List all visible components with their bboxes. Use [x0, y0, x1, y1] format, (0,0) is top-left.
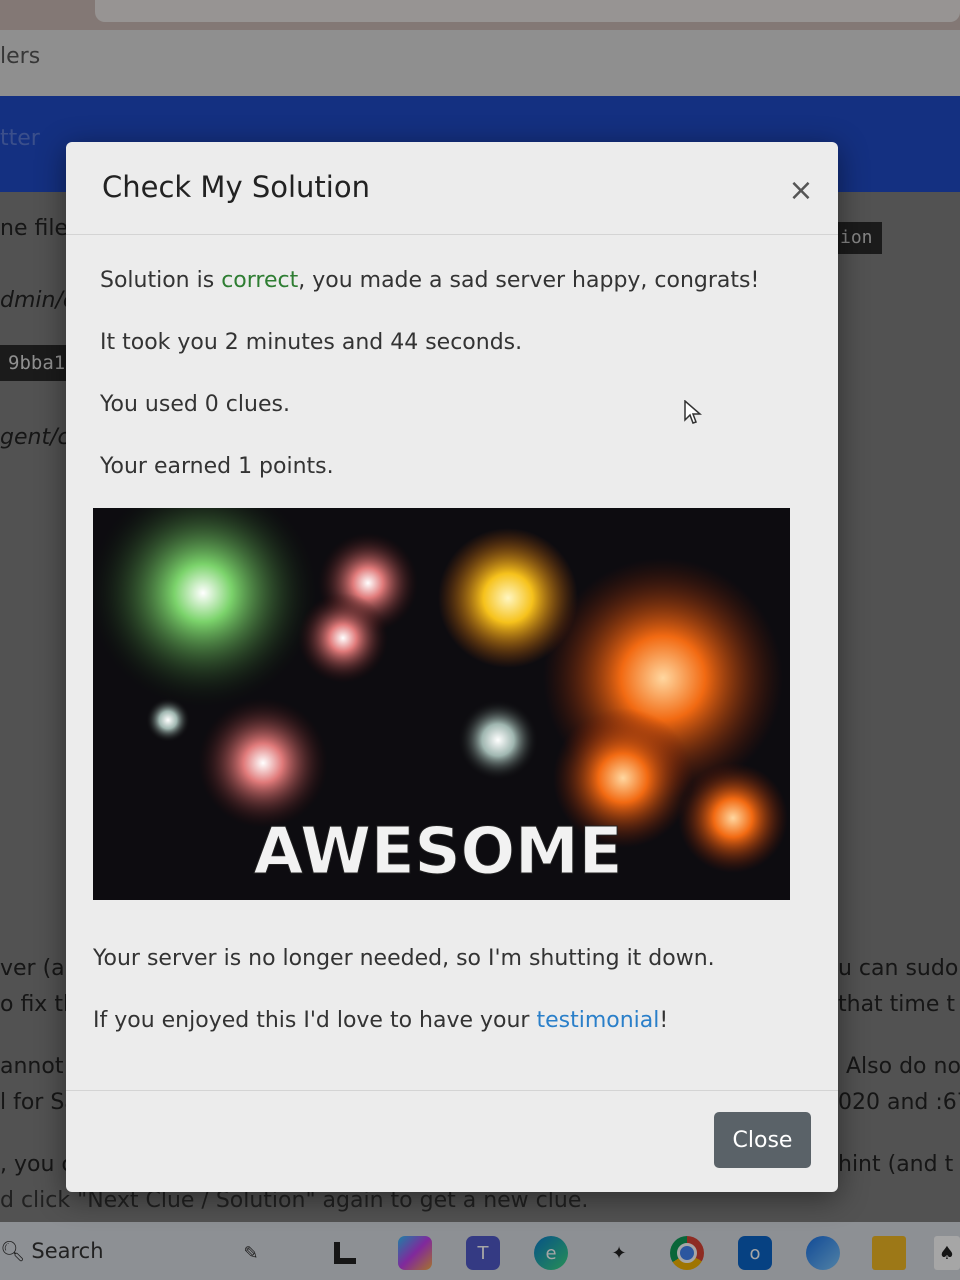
testimonial-text-end: !: [659, 1008, 669, 1033]
clues-used: You used 0 clues.: [100, 392, 290, 417]
modal-footer-divider: [66, 1090, 838, 1091]
fireworks-image: AWESOME: [93, 508, 790, 900]
points-earned: Your earned 1 points.: [100, 454, 334, 479]
result-text: Solution is: [100, 268, 222, 293]
modal-header-divider: [66, 234, 838, 235]
testimonial-message: If you enjoyed this I'd love to have you…: [93, 1008, 668, 1033]
close-icon[interactable]: ×: [786, 176, 816, 206]
correct-status: correct: [221, 268, 299, 293]
result-message: Solution is correct, you made a sad serv…: [100, 268, 759, 293]
shutdown-notice: Your server is no longer needed, so I'm …: [93, 946, 715, 971]
mouse-cursor-icon: [684, 400, 702, 424]
modal-title: Check My Solution: [102, 170, 370, 204]
fireworks-caption: AWESOME: [254, 815, 623, 889]
testimonial-text: If you enjoyed this I'd love to have you…: [93, 1008, 537, 1033]
testimonial-link[interactable]: testimonial: [536, 1008, 659, 1033]
result-text-end: , you made a sad server happy, congrats!: [298, 268, 760, 293]
close-button[interactable]: Close: [714, 1112, 811, 1168]
check-solution-modal: Check My Solution × Solution is correct,…: [66, 142, 838, 1192]
time-taken: It took you 2 minutes and 44 seconds.: [100, 330, 523, 355]
